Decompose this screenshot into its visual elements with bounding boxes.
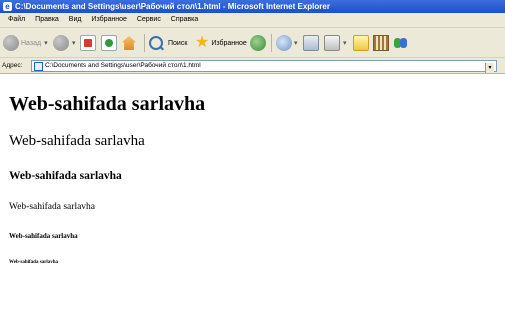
ie-icon: e <box>3 2 12 11</box>
home-icon <box>122 36 136 50</box>
search-label: Поиск <box>168 39 188 47</box>
heading-4: Web-sahifada sarlavha <box>9 202 96 212</box>
menu-item-help[interactable]: Справка <box>171 13 198 27</box>
history-button[interactable]: ▾ <box>276 33 298 53</box>
menu-bar: Файл Правка Вид Избранное Сервис Справка <box>0 13 505 28</box>
menu-item-view[interactable]: Вид <box>69 13 82 27</box>
star-icon: ★ <box>195 34 210 51</box>
back-label: Назад <box>21 39 42 47</box>
stop-button[interactable] <box>80 33 96 53</box>
forward-arrow-icon <box>53 35 69 51</box>
toolbar: Назад ▾ ▾ Поиск ★ Избранное ▾ ▾ <box>0 28 505 58</box>
chevron-down-icon: ▾ <box>72 40 76 47</box>
page-icon <box>34 62 43 71</box>
stop-icon <box>80 35 96 51</box>
messenger-icon <box>394 36 408 50</box>
history-icon <box>276 35 292 51</box>
toolbar-divider <box>271 34 272 52</box>
toolbar-divider <box>144 34 145 52</box>
discuss-icon <box>373 35 389 51</box>
heading-1: Web-sahifada sarlavha <box>9 93 206 115</box>
messenger-button[interactable] <box>394 33 408 53</box>
menu-item-tools[interactable]: Сервис <box>137 13 161 27</box>
print-icon <box>324 35 340 51</box>
menu-item-edit[interactable]: Правка <box>35 13 59 27</box>
page-content: Web-sahifada sarlavha Web-sahifada sarla… <box>0 74 505 315</box>
edit-icon <box>353 35 369 51</box>
print-button[interactable]: ▾ <box>324 33 347 53</box>
forward-button[interactable]: ▾ <box>53 33 76 53</box>
search-button[interactable]: Поиск <box>149 33 187 53</box>
back-arrow-icon <box>3 35 19 51</box>
refresh-icon <box>101 35 117 51</box>
menu-item-favorites[interactable]: Избранное <box>91 13 126 27</box>
address-dropdown-icon[interactable]: ▾ <box>485 63 494 73</box>
back-button[interactable]: Назад ▾ <box>3 33 48 53</box>
chevron-down-icon: ▾ <box>294 40 298 47</box>
media-icon <box>250 35 266 51</box>
title-bar: e C:\Documents and Settings\user\Рабочий … <box>0 0 505 13</box>
address-bar: Адрес: C:\Documents and Settings\user\Ра… <box>0 58 505 74</box>
refresh-button[interactable] <box>101 33 117 53</box>
edit-button[interactable] <box>353 33 369 53</box>
address-label: Адрес: <box>2 62 23 69</box>
heading-2: Web-sahifada sarlavha <box>9 133 145 149</box>
home-button[interactable] <box>122 33 136 53</box>
address-input[interactable]: C:\Documents and Settings\user\Рабочий с… <box>31 60 497 73</box>
favorites-label: Избранное <box>211 39 247 47</box>
heading-5: Web-sahifada sarlavha <box>9 232 78 240</box>
media-button[interactable] <box>250 33 266 53</box>
discuss-button[interactable] <box>373 33 389 53</box>
menu-item-file[interactable]: Файл <box>8 13 25 27</box>
chevron-down-icon: ▾ <box>44 40 48 47</box>
heading-6: Web-sahifada sarlavha <box>9 260 59 265</box>
address-value: C:\Documents and Settings\user\Рабочий с… <box>45 62 201 69</box>
chevron-down-icon: ▾ <box>343 40 347 47</box>
mail-button[interactable] <box>303 33 319 53</box>
mail-icon <box>303 35 319 51</box>
heading-3: Web-sahifada sarlavha <box>9 170 122 182</box>
window-title: C:\Documents and Settings\user\Рабочий с… <box>15 2 330 11</box>
search-icon <box>149 36 164 51</box>
favorites-button[interactable]: ★ Избранное <box>195 33 247 53</box>
